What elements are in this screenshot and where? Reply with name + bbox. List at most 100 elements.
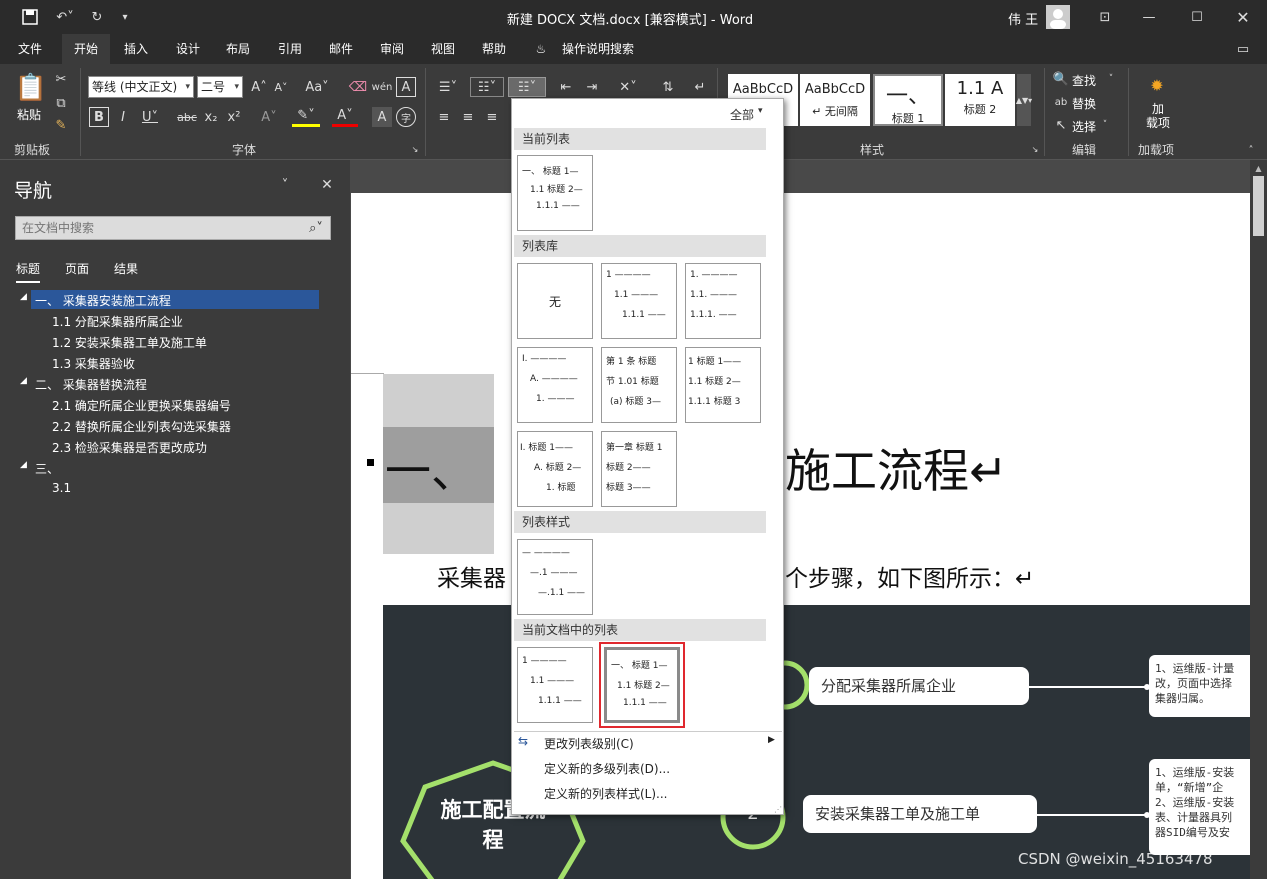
addins-label[interactable]: 加 载项	[1144, 102, 1172, 130]
paste-label[interactable]: 粘贴	[17, 106, 41, 123]
doc-list-option-selected[interactable]: 一、 标题 1— 1.1 标题 2— 1.1.1 ——	[599, 642, 685, 728]
align-left-icon[interactable]: ≡	[434, 107, 454, 127]
nav-options-icon[interactable]: ˅	[276, 176, 294, 194]
select-label[interactable]: 选择	[1072, 118, 1096, 135]
decrease-indent-icon[interactable]: ⇤	[556, 77, 576, 97]
collapse-ribbon-icon[interactable]: ˄	[1244, 144, 1258, 156]
tab-insert[interactable]: 插入	[116, 34, 156, 64]
menu-define-multilevel[interactable]: 定义新的多级列表(D)...	[544, 760, 670, 777]
nav-heading-item[interactable]: 1.2 安装采集器工单及施工单	[52, 334, 207, 351]
nav-search-input[interactable]	[15, 216, 331, 240]
strikethrough-icon[interactable]: abc	[176, 107, 198, 127]
filter-chevron-icon[interactable]: ▾	[758, 106, 763, 116]
grow-font-icon[interactable]: A˄	[250, 77, 268, 97]
shrink-font-icon[interactable]: A˅	[272, 77, 290, 97]
nav-heading-item[interactable]: 3.1	[52, 481, 71, 495]
tab-design[interactable]: 设计	[166, 34, 210, 64]
paragraph-text[interactable]: 个步骤，如下图所示：↵	[785, 559, 1034, 593]
tab-review[interactable]: 审阅	[372, 34, 412, 64]
nav-heading-item[interactable]: 二、 采集器替换流程	[35, 376, 147, 393]
undo-icon[interactable]: ↶˅	[50, 8, 80, 26]
list-option-none[interactable]: 无	[517, 263, 593, 339]
paste-icon[interactable]: 📋	[14, 70, 48, 106]
scroll-up-icon[interactable]: ▲	[1252, 162, 1265, 174]
menu-define-list-style[interactable]: 定义新的列表样式(L)...	[544, 785, 668, 802]
list-option[interactable]: 第一章 标题 1 标题 2—— 标题 3——	[601, 431, 677, 507]
nav-heading-item[interactable]: 三、	[35, 460, 59, 477]
collapse-arrow-icon[interactable]: ◢	[20, 292, 27, 302]
increase-indent-icon[interactable]: ⇥	[582, 77, 602, 97]
nav-tab-headings[interactable]: 标题	[16, 260, 41, 283]
list-style-option[interactable]: — ———— —.1 ——— —.1.1 ——	[517, 539, 593, 615]
list-option[interactable]: 第 1 条 标题 节 1.01 标题 (a) 标题 3—	[601, 347, 677, 423]
search-icon[interactable]: ⌕˅	[304, 220, 328, 236]
chinese-layout-icon[interactable]: ✕˅	[614, 77, 642, 97]
cut-icon[interactable]: ✂	[52, 70, 70, 88]
list-option[interactable]: I. ———— A. ———— 1. ———	[517, 347, 593, 423]
close-icon[interactable]: ✕	[1232, 8, 1254, 27]
select-icon[interactable]: ↖	[1054, 117, 1068, 133]
vertical-scrollbar[interactable]: ▲	[1250, 160, 1267, 879]
clear-format-icon[interactable]: ⌫	[348, 77, 368, 97]
find-dropdown-icon[interactable]: ˅	[1106, 71, 1116, 87]
phonetic-guide-icon[interactable]: wén	[372, 77, 393, 97]
nav-tab-results[interactable]: 结果	[114, 260, 138, 277]
styles-scroll-icon[interactable]: ▲▼▾	[1016, 74, 1032, 126]
list-option[interactable]: I. 标题 1—— A. 标题 2— 1. 标题	[517, 431, 593, 507]
numbering-icon[interactable]: ☷˅	[470, 77, 504, 97]
copy-icon[interactable]: ⧉	[52, 94, 70, 112]
nav-tab-pages[interactable]: 页面	[65, 260, 89, 277]
nav-heading-item[interactable]: 2.2 替换所属企业列表勾选采集器	[52, 418, 231, 435]
replace-label[interactable]: 替换	[1072, 95, 1096, 112]
collapse-arrow-icon[interactable]: ◢	[20, 460, 27, 470]
nav-close-icon[interactable]: ✕	[318, 176, 336, 194]
font-color-icon[interactable]: A˅	[332, 107, 358, 127]
nav-heading-item[interactable]: 1.3 采集器验收	[52, 355, 135, 372]
replace-icon[interactable]: ab	[1054, 94, 1068, 110]
format-painter-icon[interactable]: ✎	[52, 116, 70, 134]
underline-icon[interactable]: U˅	[138, 107, 162, 127]
tell-me-search[interactable]: 操作说明搜索	[556, 34, 640, 64]
align-right-icon[interactable]: ≡	[482, 107, 502, 127]
save-icon[interactable]	[20, 8, 40, 26]
comments-icon[interactable]: ▭	[1232, 40, 1254, 58]
char-shading-icon[interactable]: A	[372, 107, 392, 127]
list-option[interactable]: 1. ———— 1.1. ——— 1.1.1. ——	[685, 263, 761, 339]
maximize-icon[interactable]: ☐	[1186, 8, 1208, 26]
ribbon-display-icon[interactable]: ⊡	[1094, 8, 1116, 26]
font-name-combo[interactable]: 等线 (中文正文) ▾	[88, 76, 194, 98]
tab-help[interactable]: 帮助	[474, 34, 514, 64]
find-icon[interactable]: 🔍	[1053, 71, 1069, 87]
list-option-current[interactable]: 一、 标题 1— 1.1 标题 2— 1.1.1 ——	[517, 155, 593, 231]
nav-heading-item[interactable]: 1.1 分配采集器所属企业	[52, 313, 183, 330]
tab-home[interactable]: 开始	[62, 34, 110, 64]
text-effects-icon[interactable]: A˅	[256, 107, 282, 127]
heading-text-suffix[interactable]: 施工流程↵	[785, 435, 1008, 501]
avatar[interactable]	[1046, 5, 1070, 29]
sort-icon[interactable]: ⇅	[658, 77, 678, 97]
minimize-icon[interactable]: —	[1138, 8, 1160, 26]
styles-launcher-icon[interactable]: ↘	[1030, 144, 1040, 154]
superscript-icon[interactable]: x²	[225, 107, 243, 127]
paragraph-text[interactable]: 采集器	[437, 559, 506, 593]
style-card-heading2[interactable]: 1.1 A 标题 2	[945, 74, 1015, 126]
list-option[interactable]: 1 标题 1—— 1.1 标题 2— 1.1.1 标题 3	[685, 347, 761, 423]
subscript-icon[interactable]: x₂	[202, 107, 220, 127]
multilevel-list-icon[interactable]: ☷˅	[508, 77, 546, 97]
list-option[interactable]: 1 ———— 1.1 ——— 1.1.1 ——	[601, 263, 677, 339]
menu-change-list-level[interactable]: 更改列表级别(C)	[544, 735, 634, 752]
nav-heading-item[interactable]: 2.1 确定所属企业更换采集器编号	[52, 397, 231, 414]
redo-icon[interactable]: ↻	[88, 8, 106, 26]
char-border-icon[interactable]: A	[396, 77, 416, 97]
heading-text[interactable]: 一、	[385, 435, 477, 501]
customize-qat-icon[interactable]: ▾	[118, 8, 132, 26]
resize-grip-icon[interactable]: ⋰	[774, 805, 782, 814]
change-case-icon[interactable]: Aa˅	[302, 77, 332, 97]
enclose-char-icon[interactable]: 字	[396, 107, 416, 127]
collapse-arrow-icon[interactable]: ◢	[20, 376, 27, 386]
addins-icon[interactable]: ✹	[1148, 76, 1166, 95]
scroll-thumb[interactable]	[1253, 176, 1264, 236]
font-size-combo[interactable]: 二号 ▾	[197, 76, 243, 98]
find-label[interactable]: 查找	[1072, 72, 1096, 89]
tab-layout[interactable]: 布局	[218, 34, 258, 64]
